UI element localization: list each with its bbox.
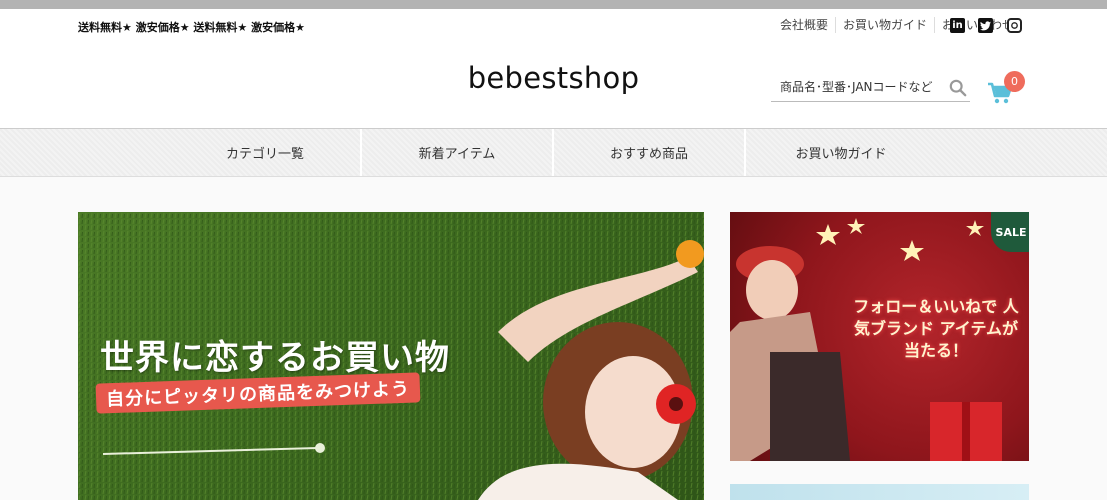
- nav-recommended[interactable]: おすすめ商品: [554, 129, 744, 176]
- sale-badge: SALE: [991, 212, 1029, 252]
- nav-categories[interactable]: カテゴリ一覧: [170, 129, 360, 176]
- site-header: 送料無料★ 激安価格★ 送料無料★ 激安価格★ 会社概要 お買い物ガイド お問い…: [0, 9, 1107, 128]
- search-input[interactable]: [771, 74, 941, 100]
- nav-shopping-guide[interactable]: お買い物ガイド: [746, 129, 936, 176]
- search-icon[interactable]: [949, 79, 967, 97]
- hero-title: 世界に恋するお買い物: [100, 338, 450, 378]
- promo-text: 送料無料★ 激安価格★ 送料無料★ 激安価格★: [78, 21, 305, 34]
- main-nav: カテゴリ一覧 新着アイテム おすすめ商品 お買い物ガイド: [0, 128, 1107, 177]
- second-side-banner[interactable]: [730, 484, 1029, 500]
- side-banner-text: フォロー＆いいねで 人気ブランド アイテムが当たる！: [853, 297, 1019, 360]
- hero-banner[interactable]: 世界に恋するお買い物 自分にピッタリの商品をみつけよう: [78, 212, 704, 500]
- company-link[interactable]: 会社概要: [773, 17, 836, 33]
- shopping-guide-link[interactable]: お買い物ガイド: [836, 17, 935, 33]
- nav-new-items[interactable]: 新着アイテム: [362, 129, 552, 176]
- top-accent-bar: [0, 0, 1107, 9]
- twitter-icon[interactable]: [978, 18, 993, 33]
- linkedin-icon[interactable]: in: [950, 18, 965, 33]
- search-box: [771, 73, 970, 102]
- instagram-icon[interactable]: [1007, 18, 1022, 33]
- cart-count-badge: 0: [1004, 71, 1025, 92]
- side-banner[interactable]: SALE フォロー＆いいねで 人気ブランド アイテムが当たる！: [730, 212, 1029, 461]
